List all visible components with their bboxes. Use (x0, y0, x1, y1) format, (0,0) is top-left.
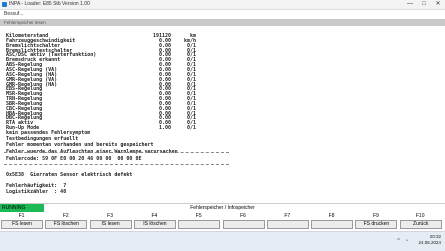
panel-header: Fehlerspeicher lesen (0, 19, 445, 26)
fkey-button-f1[interactable]: FS lesen (1, 220, 43, 229)
app-icon (2, 2, 7, 7)
fkey-label-f8: F8 (328, 213, 335, 219)
window-titlebar: INPA - Loader: E85 Stb Version 1.00 — □ … (0, 0, 445, 10)
fkey-label-f9: F9 (372, 213, 379, 219)
fkey-label-f10: F10 (415, 213, 425, 219)
fkey-label-f3: F3 (107, 213, 114, 219)
fkey-button-f9[interactable]: FS drucken (355, 220, 398, 229)
tray-caret-icon[interactable]: ^ (396, 239, 401, 244)
fkey-label-f4: F4 (151, 213, 158, 219)
value-table: Kilometerstand 191120 km Fahrzeuggeschwindi… (6, 33, 216, 133)
status-bar: Fehlerspeicher / Infospeicher RUNNING (0, 203, 445, 212)
dtc-description: 0x5E38 Gierraten Sensor elektrisch defek… (6, 172, 133, 178)
fkey-button-f5[interactable] (178, 220, 221, 229)
function-key-buttons: FS lesen FS löschen IS lesen IS löschen FS d… (0, 220, 445, 230)
clock[interactable]: 20:32 24.06.2024 (418, 234, 441, 246)
fkey-button-f4[interactable]: IS löschen (133, 220, 176, 229)
close-button[interactable]: ✕ (431, 0, 445, 9)
fkey-button-f8[interactable] (311, 220, 354, 229)
running-indicator: RUNNING (0, 204, 44, 212)
factor-line: Logistikzähler : 40 (6, 189, 67, 196)
fkey-button-f7[interactable] (266, 220, 309, 229)
fkey-label-f2: F2 (62, 213, 69, 219)
fkey-label-f6: F6 (240, 213, 246, 219)
taskbar: ^ ◔ 20:32 24.06.2024 (0, 231, 445, 251)
fkey-button-f2[interactable]: FS löschen (45, 220, 88, 229)
maximize-button[interactable]: □ (417, 0, 431, 9)
menu-item[interactable]: Bessuf... (4, 10, 23, 18)
wifi-icon[interactable]: ◔ (404, 239, 409, 244)
separator (4, 152, 229, 154)
fkey-button-f3[interactable]: IS lesen (89, 220, 132, 229)
separator (4, 164, 229, 166)
window-title: INPA - Loader: E85 Stb Version 1.00 (9, 1, 90, 7)
factor-list: Fehlerhäufigkeit: 7 Logistikzähler : 40 (6, 183, 66, 195)
fkey-label-f1: F1 (18, 213, 25, 219)
panel-header-label: Fehlerspeicher lesen (4, 20, 46, 25)
minimize-button[interactable]: — (403, 0, 417, 9)
fehlercode-line: Fehlercode: 59 0F E0 00 20 46 00 00 00 0… (6, 156, 142, 162)
function-key-labels: F1 F2 F3 F4 F5 F6 F7 F8 F9 F10 (0, 212, 445, 220)
result-panel: Kilometerstand 191120 km Fahrzeuggeschwindi… (0, 27, 445, 202)
clock-date: 24.06.2024 (418, 240, 441, 245)
status-title: Fehlerspeicher / Infospeicher (190, 205, 255, 211)
fkey-label-f5: F5 (195, 213, 202, 219)
fkey-label-f7: F7 (284, 213, 291, 219)
fkey-button-f10[interactable]: Zurück (399, 220, 442, 229)
menu-bar: Bessuf... (0, 10, 445, 18)
fkey-button-f6[interactable] (222, 220, 265, 229)
